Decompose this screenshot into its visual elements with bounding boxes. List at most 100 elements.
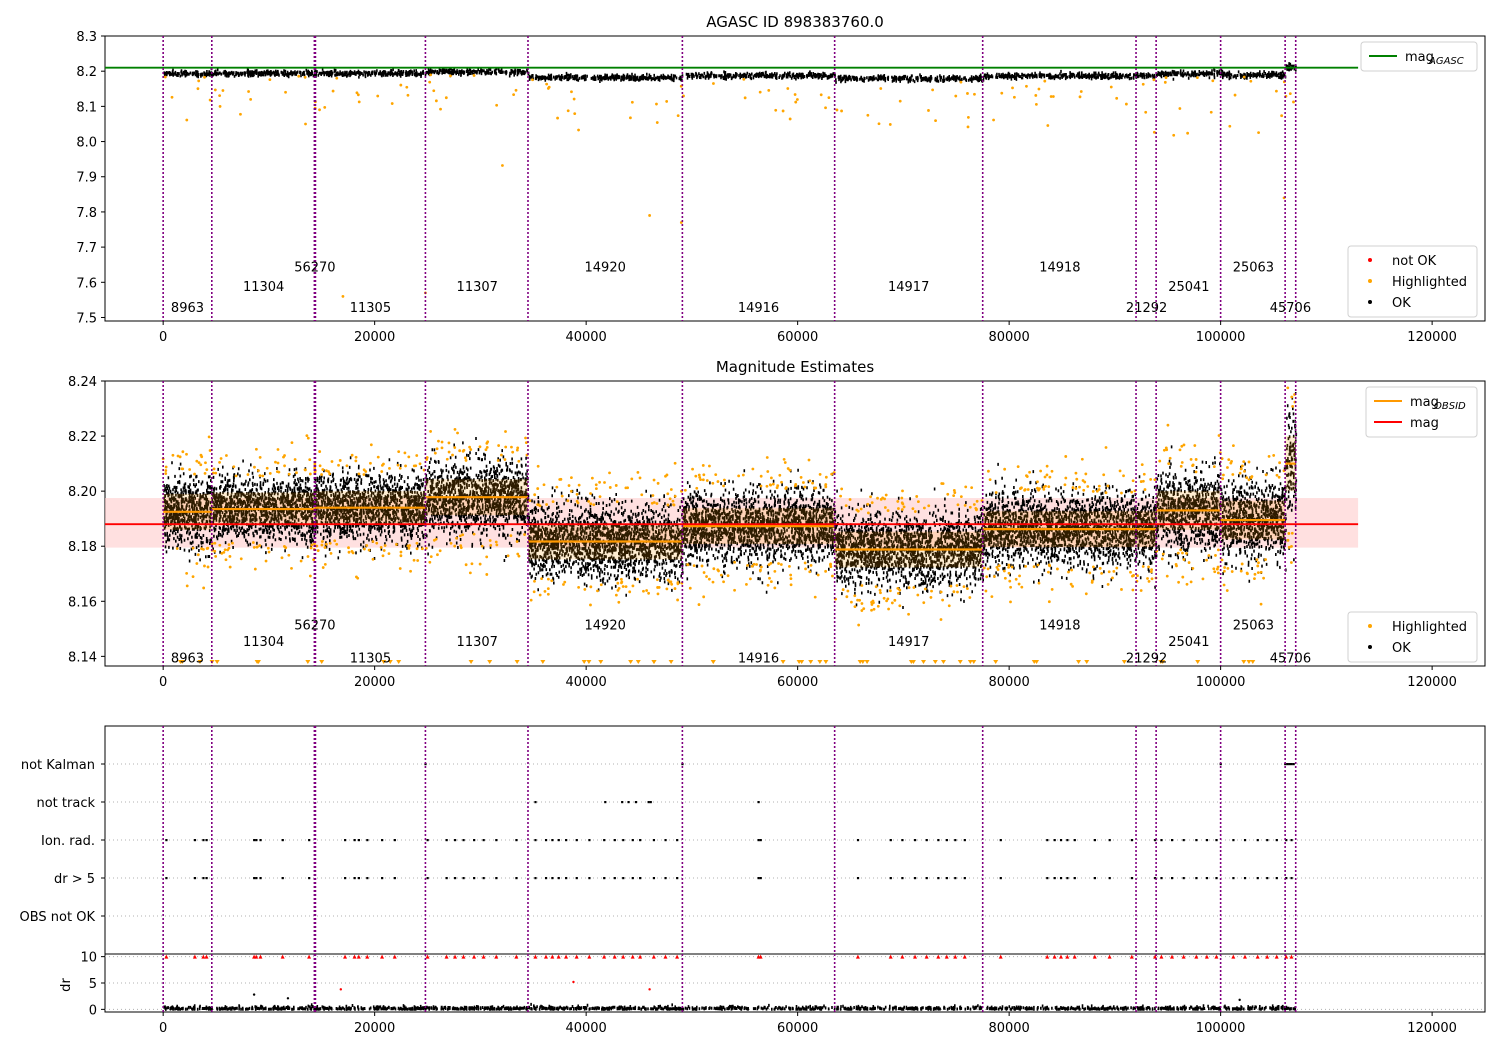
panel2-highlighted-point	[1194, 458, 1198, 461]
panel2-highlighted-point	[253, 567, 257, 571]
panel3-flag-point	[914, 839, 917, 842]
panel2-highlighted-point	[459, 546, 463, 550]
panel1-highlighted-point	[877, 122, 881, 126]
panel2-highlighted-point	[941, 482, 945, 486]
panel2-highlighted-point	[1149, 477, 1153, 481]
panel1-highlighted-point	[819, 93, 823, 97]
panel3-flag-point	[495, 877, 498, 880]
panel2-highlighted-point	[1259, 602, 1263, 606]
panel2-obsid-label: 25041	[1168, 635, 1209, 650]
panel2-highlighted-point	[308, 472, 312, 476]
panel3-flag-point	[1160, 839, 1163, 842]
panel2-highlighted-point	[988, 478, 992, 482]
panel1-highlighted-point	[648, 214, 651, 217]
panel3-flag-point	[1130, 877, 1134, 880]
panel4-ytick-label: 10	[80, 951, 97, 966]
panel3-flag-point	[652, 839, 656, 842]
panel2-highlighted-point	[1017, 582, 1021, 586]
panel3-flag-point	[639, 839, 642, 842]
panel2-highlighted-point	[185, 571, 189, 575]
panel2-highlighted-point	[503, 458, 507, 461]
panel1-highlighted-point	[898, 99, 902, 103]
panel3-flag-point	[925, 877, 928, 880]
panel3-flag-point	[1066, 877, 1069, 880]
panel3-flag-point	[1205, 839, 1209, 842]
panel2-highlighted-point	[655, 578, 659, 582]
panel2-highlighted-point	[1007, 563, 1011, 567]
panel2-highlighted-point	[705, 479, 709, 482]
panel2-highlighted-point	[252, 545, 256, 549]
panel2-highlighted-point	[563, 580, 567, 584]
panel2-highlighted-point	[397, 450, 401, 453]
panel2-highlighted-point	[399, 554, 403, 558]
panel2-highlighted-point	[676, 598, 680, 602]
panel1-highlighted-point	[743, 96, 747, 100]
panel3-flag-point	[1266, 839, 1269, 842]
panel1-ytick-label: 7.6	[76, 276, 97, 291]
panel1-obsid-label: 25041	[1168, 280, 1209, 295]
panel2-highlighted-point	[1262, 576, 1265, 580]
panel3-flag-point	[604, 801, 607, 804]
panel2-highlighted-point	[860, 609, 864, 612]
panel2-highlighted-point	[545, 503, 548, 506]
panel2-highlighted-point	[538, 593, 542, 597]
panel2-highlighted-point	[246, 473, 250, 476]
panel1-highlighted-point	[1037, 87, 1041, 91]
panel3-flag-point	[1059, 839, 1063, 842]
panel2-highlighted-point	[1216, 565, 1220, 569]
panel2-highlighted-point	[853, 594, 857, 598]
panel2-highlighted-point	[429, 430, 432, 433]
panel1-highlighted-point	[213, 88, 217, 92]
panel2-highlighted-point	[955, 584, 959, 587]
panel2-highlighted-point	[594, 483, 598, 487]
panel1-obsid-label: 14916	[738, 301, 779, 316]
panel2-obsid-label: 14916	[738, 652, 779, 667]
panel2-highlighted-point	[882, 596, 886, 600]
panel2-highlighted-point	[433, 451, 437, 455]
panel1-highlighted-point	[630, 100, 634, 104]
panel3-flag-point	[482, 877, 485, 880]
panel1-highlighted-point	[1012, 95, 1016, 99]
panel1-highlighted-point	[472, 74, 476, 77]
panel2-highlighted-point	[1286, 538, 1290, 542]
panel3-flag-point	[1059, 877, 1063, 880]
panel2-highlighted-point	[876, 496, 879, 500]
panel1-highlighted-point	[1115, 96, 1119, 100]
panel2-highlighted-point	[1140, 463, 1144, 467]
panel2-highlighted-point	[769, 561, 773, 565]
panel2-highlighted-point	[923, 587, 927, 591]
panel2-highlighted-point	[461, 533, 465, 537]
panel2-highlighted-point	[1264, 473, 1268, 477]
panel2-highlighted-point	[551, 500, 555, 503]
panel2-highlighted-point	[323, 563, 327, 566]
panel2-highlighted-point	[485, 573, 489, 576]
panel2-highlighted-point	[746, 563, 749, 567]
panel1-highlighted-point	[249, 97, 253, 101]
panel3-category-label: Ion. rad.	[41, 834, 95, 849]
panel3-flag-point	[901, 877, 904, 880]
panel2-highlighted-point	[542, 483, 546, 487]
panel2-highlighted-point	[789, 577, 793, 581]
panel2-highlighted-point	[939, 618, 943, 621]
panel2-highlighted-point	[871, 601, 875, 605]
panel2-highlighted-point	[202, 586, 206, 590]
panel3-flag-point	[889, 877, 892, 880]
panel3-flag-point	[1073, 839, 1076, 842]
panel2-highlighted-point	[691, 467, 694, 471]
panel1-highlighted-point	[304, 122, 307, 126]
panel2-highlighted-point	[320, 540, 324, 543]
panel1-highlighted-point	[1109, 85, 1113, 89]
panel2-highlighted-point	[970, 486, 974, 490]
panel1-xtick-label: 0	[159, 330, 167, 345]
panel2-highlighted-point	[328, 541, 332, 545]
panel2-highlighted-point	[794, 484, 797, 488]
panel2-highlighted-point	[1243, 469, 1246, 473]
panel2-highlighted-point	[645, 589, 649, 592]
panel2-highlighted-point	[652, 501, 656, 504]
panel2-highlighted-point	[506, 554, 510, 558]
panel3-flag-point	[544, 877, 548, 880]
panel3-flag-point	[914, 877, 917, 880]
panel4-outlier-point	[648, 988, 651, 991]
panel2-highlighted-point	[898, 604, 902, 608]
panel1-highlighted-point	[786, 87, 790, 90]
